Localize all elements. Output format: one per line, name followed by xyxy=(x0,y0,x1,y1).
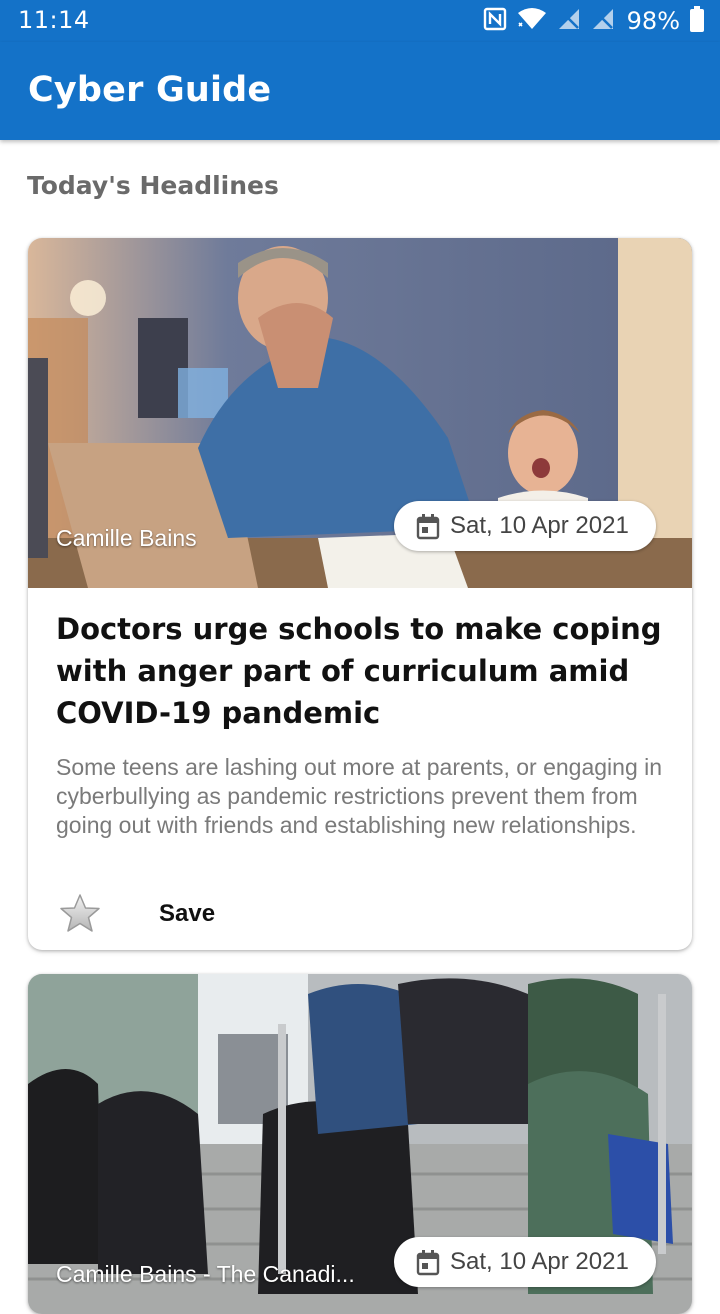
no-signal-icon xyxy=(591,7,615,36)
save-button[interactable]: Save xyxy=(56,890,256,938)
status-bar: 11:14 98% xyxy=(0,0,720,42)
battery-icon xyxy=(690,5,704,37)
article-author: Camille Bains xyxy=(56,525,197,551)
section-heading: Today's Headlines xyxy=(27,171,279,200)
save-label: Save xyxy=(159,900,216,927)
date-chip: Sat, 10 Apr 2021 xyxy=(394,501,656,551)
article-date: Sat, 10 Apr 2021 xyxy=(450,1248,629,1275)
app-bar: Cyber Guide xyxy=(0,42,720,140)
article-date: Sat, 10 Apr 2021 xyxy=(450,512,629,539)
wifi-icon xyxy=(517,7,547,36)
article-title[interactable]: Doctors urge schools to make coping with… xyxy=(56,608,666,734)
article-card[interactable]: Camille Bains Sat, 10 Apr 2021 Doctors u… xyxy=(28,238,692,950)
article-author: Camille Bains - The Canadi... xyxy=(56,1261,355,1287)
calendar-icon xyxy=(416,1250,440,1281)
battery-percent: 98% xyxy=(626,7,680,35)
star-icon[interactable] xyxy=(58,892,102,941)
no-signal-icon xyxy=(557,7,581,36)
article-summary: Some teens are lashing out more at paren… xyxy=(56,754,663,838)
nfc-icon xyxy=(483,7,507,36)
calendar-icon xyxy=(416,514,440,545)
status-time: 11:14 xyxy=(18,6,90,34)
article-card[interactable]: Camille Bains - The Canadi... Sat, 10 Ap… xyxy=(28,974,692,1314)
status-icons: 98% xyxy=(483,5,704,37)
app-title: Cyber Guide xyxy=(28,70,272,110)
